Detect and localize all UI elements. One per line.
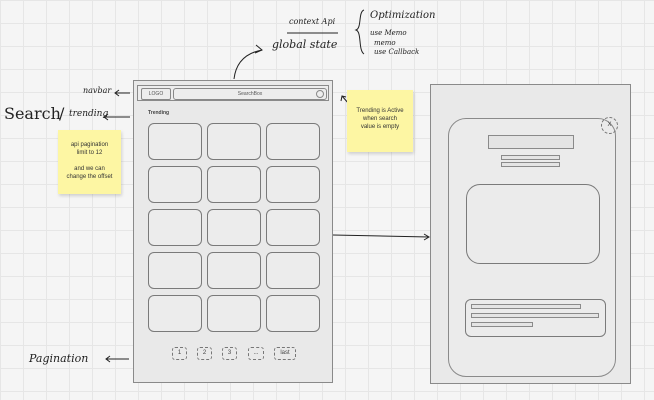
api-pagination-note: api pagination limit to 12 and we can ch… — [58, 130, 121, 194]
use-memo-label: use Memo — [370, 29, 407, 37]
search-slash: / — [59, 104, 65, 123]
optimization-label: Optimization — [370, 10, 436, 21]
sticky-arrowhead — [340, 95, 347, 102]
main-wireframe: LOGO SearchBox Trending 1 2 3... last — [133, 80, 333, 383]
close-button[interactable]: X — [601, 117, 618, 134]
gif-card[interactable] — [266, 123, 320, 160]
gif-card[interactable] — [148, 252, 202, 289]
note-spacer — [58, 157, 121, 165]
text-line — [471, 322, 533, 327]
page-button[interactable]: 1 — [172, 347, 187, 360]
search-label: Search — [4, 104, 61, 123]
card-grid — [148, 123, 324, 332]
note-line: change the offset — [66, 174, 113, 180]
subtitle-placeholder — [501, 162, 560, 167]
pagination: 1 2 3... last — [172, 347, 296, 361]
global-state-arrowhead — [254, 44, 263, 54]
gif-card[interactable] — [148, 166, 202, 203]
pagination-arrowhead — [105, 355, 111, 363]
pagination-label: Pagination — [29, 352, 89, 365]
trending-active-note: Trending is Active when search value is … — [347, 90, 413, 152]
global-state-label: global state — [272, 38, 338, 51]
use-callback-label: use Callback — [374, 48, 420, 56]
description-box — [465, 299, 606, 337]
search-input[interactable]: SearchBox — [173, 88, 327, 100]
gif-card[interactable] — [148, 123, 202, 160]
context-api-label: context Api — [289, 17, 336, 26]
gif-card[interactable] — [266, 209, 320, 246]
navbar: LOGO SearchBox — [137, 85, 329, 101]
section-title: Trending — [148, 110, 170, 116]
search-placeholder: SearchBox — [237, 91, 263, 97]
gif-card[interactable] — [266, 166, 320, 203]
gif-card[interactable] — [207, 252, 261, 289]
navbar-label: navbar — [83, 86, 112, 95]
title-placeholder — [488, 135, 574, 149]
memo-label: memo — [374, 39, 396, 47]
note-line: and we can — [74, 166, 105, 172]
gif-card[interactable] — [266, 252, 320, 289]
gif-card[interactable] — [148, 295, 202, 332]
note-line: api pagination — [70, 142, 109, 148]
gif-card[interactable] — [207, 209, 261, 246]
note-line: limit to 12 — [76, 150, 103, 156]
gif-card[interactable] — [207, 123, 261, 160]
page-button[interactable]: 2 — [197, 347, 212, 360]
search-icon[interactable] — [316, 90, 324, 98]
subtitle-placeholder — [501, 155, 560, 160]
page-button[interactable]: 3 — [222, 347, 237, 360]
text-line — [471, 313, 599, 318]
page-button[interactable]: last — [274, 347, 296, 360]
gif-card[interactable] — [207, 295, 261, 332]
detail-connector — [332, 234, 430, 238]
image-placeholder — [466, 184, 600, 264]
gif-card[interactable] — [266, 295, 320, 332]
global-state-arrow — [233, 49, 263, 80]
detail-connector-head — [423, 233, 430, 241]
note-line: when search — [362, 116, 398, 122]
note-line: Trending is Active — [356, 108, 404, 114]
logo[interactable]: LOGO — [141, 88, 171, 100]
trending-label: trending — [69, 109, 109, 119]
detail-wireframe: X — [430, 84, 631, 384]
note-line: value is empty — [360, 124, 400, 130]
gif-card[interactable] — [207, 166, 261, 203]
page-button[interactable]: ... — [248, 347, 264, 360]
gif-card[interactable] — [148, 209, 202, 246]
optimization-brace — [354, 9, 365, 55]
text-line — [471, 304, 581, 309]
navbar-arrowhead — [114, 89, 120, 97]
